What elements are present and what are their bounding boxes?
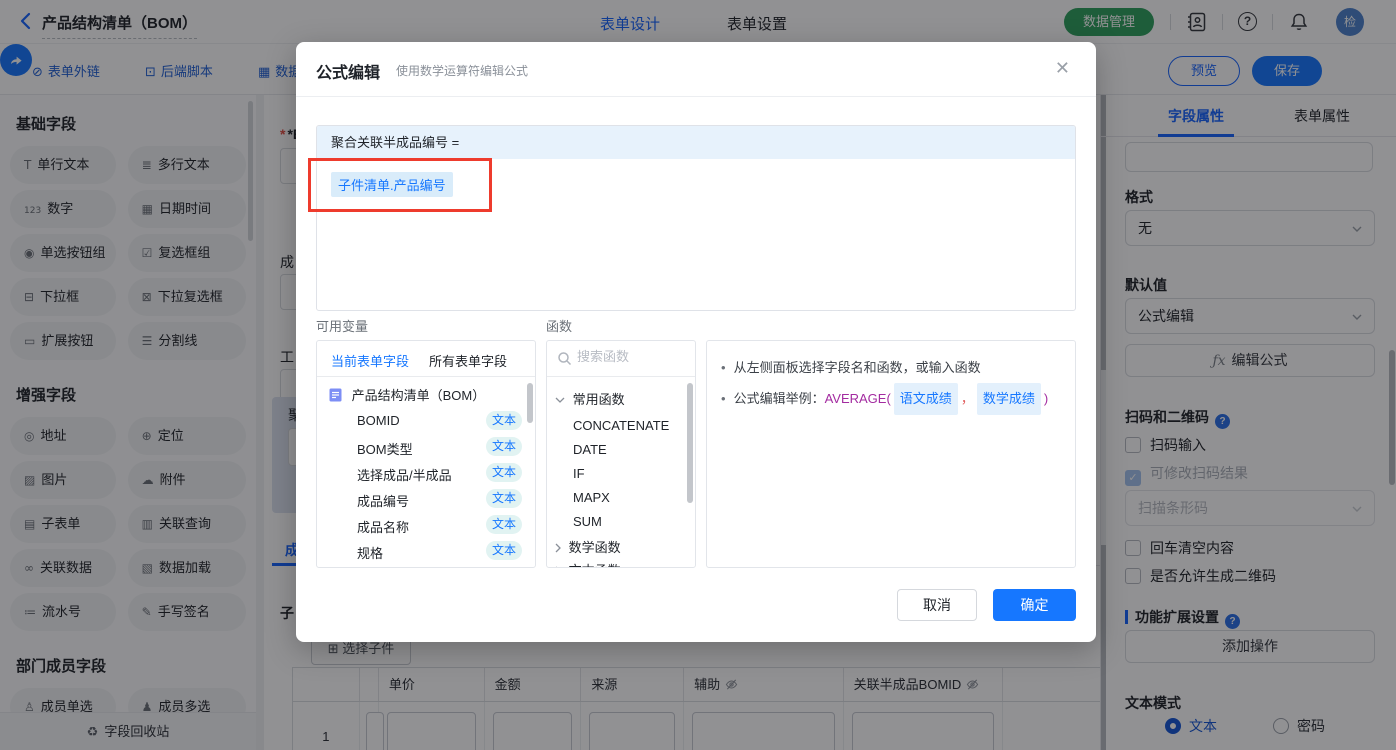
type-badge: 文本 xyxy=(486,541,522,560)
tip-line-1: • 从左侧面板选择字段名和函数，或输入函数 xyxy=(721,360,981,375)
function-item-sum[interactable]: SUM xyxy=(573,514,602,529)
confirm-button[interactable]: 确定 xyxy=(993,589,1076,621)
modal-title: 公式编辑 xyxy=(316,65,381,82)
variables-caption: 可用变量 xyxy=(316,319,369,334)
function-item-date[interactable]: DATE xyxy=(573,442,607,457)
function-item-if[interactable]: IF xyxy=(573,466,585,481)
example-field-chip: 数学成绩 xyxy=(976,383,1041,415)
variables-panel: 当前表单字段 所有表单字段 产品结构清单（BOM） BOMID 文本 BOM类型… xyxy=(316,340,536,568)
tips-panel: • 从左侧面板选择字段名和函数，或输入函数 • 公式编辑举例：AVERAGE(语文成… xyxy=(706,340,1076,568)
function-group-common[interactable]: 常用函数 xyxy=(555,389,625,408)
formula-field-chip[interactable]: 子件清单.产品编号 xyxy=(331,172,453,197)
formula-edit-modal: 公式编辑 使用数学运算符编辑公式 ✕ 聚合关联半成品编号 = 子件清单.产品编号… xyxy=(296,42,1096,642)
function-group-text[interactable]: 文本函数 xyxy=(555,560,621,567)
functions-panel: 常用函数 CONCATENATE DATE IF MAPX SUM 数学函数 文… xyxy=(546,340,696,568)
variable-item-bom-type[interactable]: BOM类型 xyxy=(357,439,413,458)
functions-caption: 函数 xyxy=(546,319,573,334)
document-icon xyxy=(329,388,342,402)
example-field-chip: 语文成绩 xyxy=(893,383,958,415)
variables-tree-root[interactable]: 产品结构清单（BOM） xyxy=(329,385,485,404)
cancel-button[interactable]: 取消 xyxy=(897,589,977,621)
formula-editor[interactable]: 聚合关联半成品编号 = 子件清单.产品编号 xyxy=(316,125,1076,311)
variable-item-product-code[interactable]: 成品编号 xyxy=(357,491,409,510)
function-group-math[interactable]: 数学函数 xyxy=(555,537,621,556)
variable-item-spec[interactable]: 规格 xyxy=(357,543,383,562)
variables-scrollbar[interactable] xyxy=(527,383,533,423)
modal-header: 公式编辑 使用数学运算符编辑公式 ✕ xyxy=(296,42,1096,97)
chevron-right-icon xyxy=(555,540,561,555)
chevron-right-icon xyxy=(555,563,561,567)
function-item-concatenate[interactable]: CONCATENATE xyxy=(573,418,669,433)
variable-item-select-product[interactable]: 选择成品/半成品 xyxy=(357,465,452,484)
variables-tabs: 当前表单字段 所有表单字段 xyxy=(317,341,535,377)
function-search-input[interactable] xyxy=(577,349,685,364)
tip-line-2: • 公式编辑举例：AVERAGE(语文成绩，数学成绩) xyxy=(721,383,1061,415)
function-name-example: AVERAGE( xyxy=(824,391,891,406)
functions-scrollbar[interactable] xyxy=(687,383,693,503)
close-icon[interactable]: ✕ xyxy=(1055,58,1070,79)
modal-subtitle: 使用数学运算符编辑公式 xyxy=(396,64,529,78)
tab-current-form-fields[interactable]: 当前表单字段 xyxy=(331,351,409,370)
type-badge: 文本 xyxy=(486,489,522,508)
variable-item-bomid[interactable]: BOMID xyxy=(357,413,400,428)
chevron-down-icon xyxy=(555,392,565,407)
function-item-mapx[interactable]: MAPX xyxy=(573,490,610,505)
type-badge: 文本 xyxy=(486,411,522,430)
function-search xyxy=(547,341,695,377)
type-badge: 文本 xyxy=(486,515,522,534)
type-badge: 文本 xyxy=(486,463,522,482)
formula-target-band: 聚合关联半成品编号 = xyxy=(317,126,1075,159)
variable-item-product-name[interactable]: 成品名称 xyxy=(357,517,409,536)
type-badge: 文本 xyxy=(486,437,522,456)
app-screen: 产品结构清单（BOM） 表单设计 表单设置 数据管理 ? 检 ⊘ 表单外链 ⊡ 后端… xyxy=(0,0,1396,750)
search-icon xyxy=(557,351,572,366)
tab-all-form-fields[interactable]: 所有表单字段 xyxy=(429,351,507,370)
